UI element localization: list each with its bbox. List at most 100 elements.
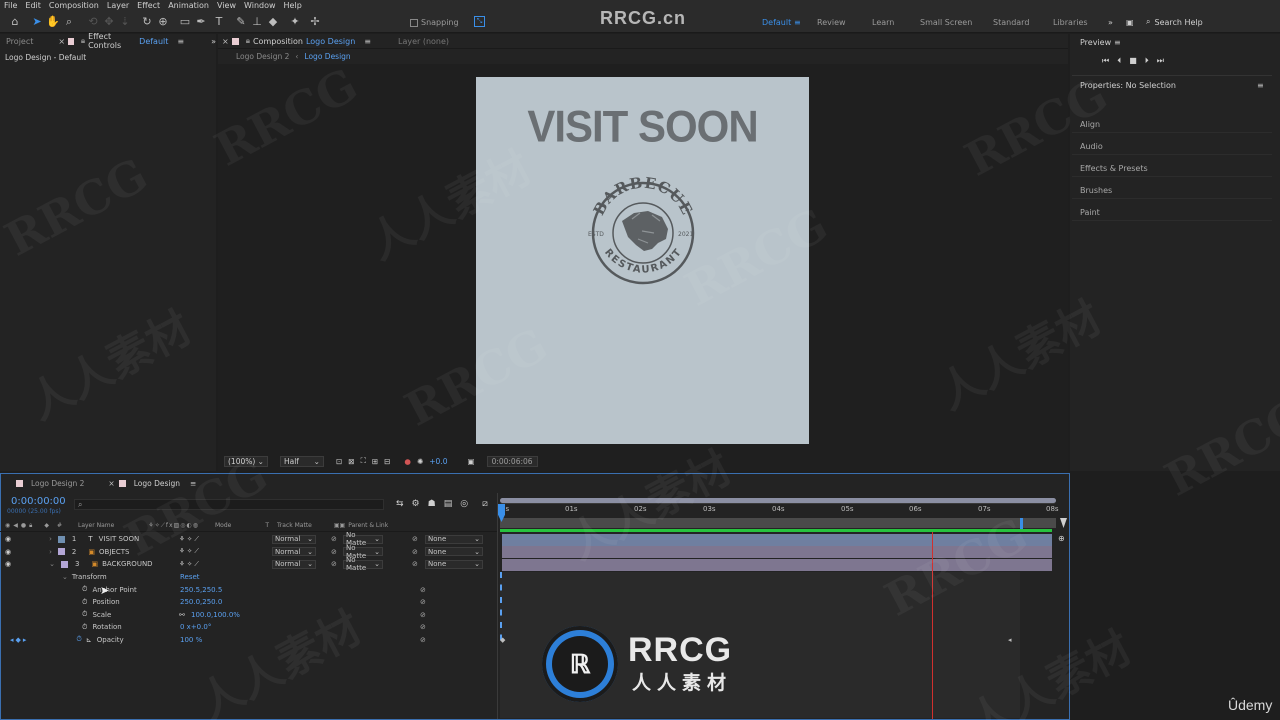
layer-name[interactable]: OBJECTS: [99, 548, 129, 556]
close-icon[interactable]: ×: [222, 37, 229, 46]
search-help[interactable]: ⌕ Search Help: [1146, 16, 1274, 28]
mask-visibility-icon[interactable]: ⛶: [361, 456, 366, 466]
property-row[interactable]: ⏱ Scale ⚯ 100.0,100.0% ⊘: [0, 609, 497, 622]
region-icon[interactable]: ⊡: [336, 457, 342, 466]
panel-menu-icon[interactable]: ≡: [364, 37, 371, 46]
zoom-tool-icon[interactable]: ⌕: [62, 15, 76, 29]
column-layer-name[interactable]: Layer Name: [78, 522, 114, 529]
solo-icon[interactable]: ●: [21, 522, 26, 530]
menu-composition[interactable]: Composition: [49, 1, 99, 10]
graph-editor-icon[interactable]: ⧄: [482, 499, 488, 509]
stopwatch-icon[interactable]: ⏱: [82, 585, 87, 594]
panel-menu-icon[interactable]: ≡: [190, 479, 196, 488]
layer-mode-dropdown[interactable]: Normal ⌄: [272, 547, 316, 557]
section-audio[interactable]: Audio: [1080, 142, 1103, 151]
puppet-pin-icon[interactable]: ✢: [308, 15, 322, 29]
menu-animation[interactable]: Animation: [168, 1, 209, 10]
keyframe-icon[interactable]: ◆: [500, 636, 505, 644]
layer-duration-bar[interactable]: [502, 559, 1052, 571]
workspace-review[interactable]: Review: [817, 18, 846, 27]
close-icon[interactable]: ×: [108, 479, 114, 488]
current-time-indicator[interactable]: [932, 532, 933, 719]
menu-file[interactable]: File: [4, 1, 17, 10]
layer-name[interactable]: VISIT SOON: [99, 535, 140, 543]
comp-mini-flowchart-icon[interactable]: ⇆: [396, 499, 404, 509]
properties-menu-icon[interactable]: ≡: [1257, 81, 1264, 90]
visibility-eye-icon[interactable]: ◉: [5, 560, 11, 568]
layer-track-matte-dropdown[interactable]: No Matte ⌄: [343, 531, 383, 547]
comp-timecode[interactable]: 0:00:06:06: [486, 455, 538, 467]
draft-3d-icon[interactable]: ⚙: [412, 499, 420, 509]
layer-track-matte-dropdown[interactable]: No Matte ⌄: [343, 556, 383, 572]
layer-mode-dropdown[interactable]: Normal ⌄: [272, 534, 316, 544]
keyframe-prev-icon[interactable]: ◂: [10, 636, 14, 644]
label-icon[interactable]: ◆: [44, 522, 49, 529]
audio-icon[interactable]: ◀: [13, 522, 18, 530]
previous-frame-icon[interactable]: ⏴: [1117, 56, 1121, 66]
layer-track-matte-dropdown[interactable]: No Matte ⌄: [343, 544, 383, 560]
exposure-icon[interactable]: ✺: [417, 457, 423, 466]
work-area-bar[interactable]: [500, 518, 1056, 528]
matte-link-icon[interactable]: ⊘: [331, 535, 337, 543]
layer-label-color[interactable]: [57, 548, 65, 556]
property-value[interactable]: 100.0,100.0%: [191, 611, 240, 619]
close-icon[interactable]: ×: [58, 37, 65, 46]
graph-icon[interactable]: ⊾: [86, 636, 92, 644]
parent-pickwhip-icon[interactable]: ⊘: [412, 548, 418, 556]
eraser-tool-icon[interactable]: ◆: [266, 15, 280, 29]
color-channels-icon[interactable]: ●: [404, 457, 411, 466]
snapshot-icon[interactable]: ▣: [467, 457, 474, 466]
last-frame-icon[interactable]: ⏭: [1157, 56, 1164, 66]
grid-options-icon[interactable]: ⊟: [384, 457, 390, 466]
frame-blending-icon[interactable]: ▤: [444, 499, 453, 509]
tab-composition-name[interactable]: Logo Design: [306, 37, 355, 46]
menu-effect[interactable]: Effect: [137, 1, 160, 10]
workspace-libraries[interactable]: Libraries: [1053, 18, 1088, 27]
layer-switches-icons[interactable]: ⚘ ✧ ⟋: [179, 535, 199, 544]
transparency-grid-icon[interactable]: ⊠: [348, 457, 354, 466]
section-paint[interactable]: Paint: [1080, 208, 1100, 217]
transform-reset[interactable]: Reset: [180, 573, 200, 581]
current-time[interactable]: 0:00:00:00: [11, 496, 66, 507]
composition-canvas[interactable]: VISIT SOON BARBECUE RESTAURANT ESTD 2021: [476, 77, 809, 444]
constrain-proportions-icon[interactable]: ⚯: [179, 611, 185, 619]
lock-icon[interactable]: 🔒︎: [81, 36, 85, 46]
property-value[interactable]: 0 x+0.0°: [180, 623, 211, 631]
workspace-panel-icon[interactable]: ▣: [1126, 18, 1134, 27]
expression-pickwhip-icon[interactable]: ⊘: [420, 623, 426, 631]
timeline-search[interactable]: ⌕: [74, 499, 384, 510]
property-value[interactable]: 250.0,250.0: [180, 598, 222, 606]
lock-icon[interactable]: 🔒︎: [246, 36, 250, 46]
layer-row[interactable]: ◉ › 2 ▣ OBJECTS ⚘ ✧ ⟋ Normal ⌄ ⊘ No Matte…: [0, 544, 497, 560]
hand-tool-icon[interactable]: ✋: [46, 15, 60, 29]
resolution-dropdown[interactable]: Half ⌄: [279, 455, 324, 467]
property-row[interactable]: ⏱ Position 250.0,250.0 ⊘: [0, 596, 497, 609]
expression-pickwhip-icon[interactable]: ⊘: [420, 636, 426, 644]
rotate-tool-icon[interactable]: ↻: [140, 15, 154, 29]
expression-pickwhip-icon[interactable]: ⊘: [420, 611, 426, 619]
snapping-options-icon[interactable]: ⤡: [474, 16, 485, 27]
stopwatch-icon[interactable]: ⏱: [82, 623, 87, 632]
tab-layer[interactable]: Layer (none): [398, 37, 449, 46]
transform-header[interactable]: ⌄ Transform Reset: [0, 571, 497, 584]
menu-help[interactable]: Help: [284, 1, 302, 10]
breadcrumb-parent[interactable]: Logo Design 2: [236, 52, 289, 61]
comp-button-icon[interactable]: ⊕: [1058, 534, 1065, 543]
workspace-standard[interactable]: Standard: [993, 18, 1029, 27]
stopwatch-icon[interactable]: ⏱: [82, 598, 87, 607]
workspace-learn[interactable]: Learn: [872, 18, 894, 27]
snapping-checkbox[interactable]: [410, 18, 418, 27]
roto-brush-icon[interactable]: ✦: [288, 15, 302, 29]
selection-tool-icon[interactable]: ➤: [30, 15, 44, 29]
shy-layers-icon[interactable]: ☗: [428, 499, 436, 509]
workspace-menu-icon[interactable]: ≡: [794, 18, 801, 27]
column-parent[interactable]: Parent & Link: [348, 522, 388, 529]
property-row[interactable]: ⏱ Anchor Point 250.5,250.5 ⊘: [0, 584, 497, 597]
tab-project[interactable]: Project: [6, 37, 33, 46]
visibility-eye-icon[interactable]: ◉: [5, 548, 11, 556]
pan-tool-icon[interactable]: ✥: [102, 15, 116, 29]
layer-parent-dropdown[interactable]: None ⌄: [425, 534, 483, 544]
stop-icon[interactable]: ■: [1129, 56, 1137, 66]
layer-row[interactable]: ◉ ⌄ 3 ▣ BACKGROUND ⚘ ✧ ⟋ Normal ⌄ ⊘ No Ma…: [0, 556, 497, 572]
layer-row[interactable]: ◉ › 1 T VISIT SOON ⚘ ✧ ⟋ Normal ⌄ ⊘ No Ma…: [0, 531, 497, 547]
